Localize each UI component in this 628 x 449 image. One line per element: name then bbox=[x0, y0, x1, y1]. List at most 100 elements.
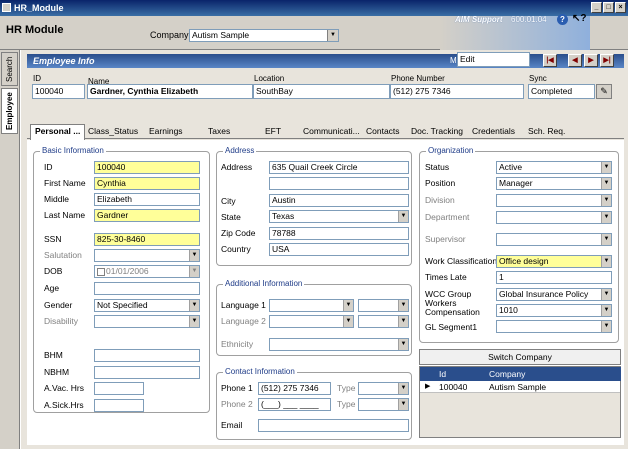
employee-name-field[interactable]: Gardner, Cynthia Elizabeth bbox=[87, 84, 253, 99]
asick-label: A.Sick.Hrs bbox=[44, 400, 84, 410]
minimize-button[interactable]: _ bbox=[591, 2, 602, 13]
chevron-down-icon: ▼ bbox=[398, 300, 408, 311]
tab-doc-tracking[interactable]: Doc. Tracking bbox=[411, 126, 463, 136]
wcc-group-select[interactable]: Global Insurance Policy ▼ bbox=[496, 288, 612, 301]
country-field[interactable]: USA bbox=[269, 243, 409, 256]
language1-label: Language 1 bbox=[221, 300, 266, 310]
age-field[interactable] bbox=[94, 282, 200, 295]
chevron-down-icon: ▼ bbox=[601, 305, 611, 316]
tab-class-status[interactable]: Class_Status bbox=[88, 126, 138, 136]
tab-contacts[interactable]: Contacts bbox=[366, 126, 400, 136]
company-grid: Id Company ▶ 100040 Autism Sample bbox=[419, 366, 621, 438]
disability-label: Disability bbox=[44, 316, 79, 326]
mode-field[interactable]: Edit bbox=[457, 52, 530, 67]
dob-checkbox[interactable] bbox=[97, 267, 105, 276]
bhm-label: BHM bbox=[44, 350, 63, 360]
company-select[interactable]: Autism Sample ▼ bbox=[189, 29, 339, 42]
chevron-down-icon: ▼ bbox=[601, 256, 611, 267]
table-row[interactable]: ▶ 100040 Autism Sample bbox=[420, 381, 620, 393]
address-line1-field[interactable]: 635 Quail Creek Circle bbox=[269, 161, 409, 174]
language2-select[interactable]: ▼ bbox=[269, 315, 354, 328]
dob-picker[interactable]: 01/01/2006 ▼ bbox=[94, 265, 200, 278]
asick-field[interactable] bbox=[94, 399, 144, 412]
city-label: City bbox=[221, 196, 236, 206]
phone1-type-select[interactable]: ▼ bbox=[358, 382, 409, 395]
ssn-field[interactable]: 825-30-8460 bbox=[94, 233, 200, 246]
first-record-button[interactable]: |◀ bbox=[543, 54, 557, 67]
basic-info-legend: Basic Information bbox=[40, 146, 106, 155]
language1-select[interactable]: ▼ bbox=[269, 299, 354, 312]
tab-eft[interactable]: EFT bbox=[265, 126, 281, 136]
maximize-button[interactable]: □ bbox=[603, 2, 614, 13]
middle-label: Middle bbox=[44, 194, 70, 204]
position-select[interactable]: Manager ▼ bbox=[496, 177, 612, 190]
chevron-down-icon: ▼ bbox=[601, 162, 611, 173]
language2-level-select[interactable]: ▼ bbox=[358, 315, 409, 328]
work-class-select[interactable]: Office design ▼ bbox=[496, 255, 612, 268]
bhm-field[interactable] bbox=[94, 349, 200, 362]
chevron-down-icon: ▼ bbox=[398, 339, 408, 350]
pointer-help-icon[interactable]: ↖? bbox=[572, 13, 587, 24]
tab-credentials[interactable]: Credentials bbox=[472, 126, 515, 136]
nbhm-field[interactable] bbox=[94, 366, 200, 379]
email-field[interactable] bbox=[258, 419, 409, 432]
department-select[interactable]: ▼ bbox=[496, 211, 612, 224]
city-field[interactable]: Austin bbox=[269, 194, 409, 207]
tab-personal[interactable]: Personal ... bbox=[30, 124, 86, 140]
first-name-field[interactable]: Cynthia bbox=[94, 177, 200, 190]
tab-search[interactable]: Search bbox=[1, 52, 18, 86]
gl-segment-select[interactable]: ▼ bbox=[496, 320, 612, 333]
language2-label: Language 2 bbox=[221, 316, 266, 326]
last-record-button[interactable]: ▶| bbox=[600, 54, 614, 67]
grid-header-company[interactable]: Company bbox=[486, 367, 621, 381]
tab-earnings[interactable]: Earnings bbox=[149, 126, 183, 136]
last-name-field[interactable]: Gardner bbox=[94, 209, 200, 222]
chevron-down-icon: ▼ bbox=[601, 234, 611, 245]
supervisor-label: Supervisor bbox=[425, 234, 466, 244]
next-record-button[interactable]: ▶ bbox=[584, 54, 598, 67]
middle-field[interactable]: Elizabeth bbox=[94, 193, 200, 206]
zip-field[interactable]: 78788 bbox=[269, 227, 409, 240]
gl-segment-label: GL Segment1 bbox=[425, 322, 478, 332]
switch-company-button[interactable]: Switch Company bbox=[419, 349, 621, 365]
division-select[interactable]: ▼ bbox=[496, 194, 612, 207]
first-name-label: First Name bbox=[44, 178, 86, 188]
dob-label: DOB bbox=[44, 266, 63, 276]
disability-select[interactable]: ▼ bbox=[94, 315, 200, 328]
prev-record-button[interactable]: ◀ bbox=[568, 54, 582, 67]
phone1-type-label: Type bbox=[337, 383, 356, 393]
aim-support-link[interactable]: AIM Support bbox=[455, 15, 503, 24]
tab-communication[interactable]: Communicati... bbox=[303, 126, 360, 136]
employee-id-field[interactable]: 100040 bbox=[32, 84, 85, 99]
phone1-field[interactable]: (512) 275 7346 bbox=[258, 382, 331, 395]
tab-taxes[interactable]: Taxes bbox=[208, 126, 230, 136]
address-line2-field[interactable] bbox=[269, 177, 409, 190]
tab-employee[interactable]: Employee bbox=[1, 88, 18, 134]
chevron-down-icon: ▼ bbox=[398, 399, 408, 410]
workers-comp-select[interactable]: 1010 ▼ bbox=[496, 304, 612, 317]
status-value: Active bbox=[499, 162, 523, 172]
avac-field[interactable] bbox=[94, 382, 144, 395]
sync-field[interactable]: Completed bbox=[528, 84, 595, 99]
gender-select[interactable]: Not Specified ▼ bbox=[94, 299, 200, 312]
language1-level-select[interactable]: ▼ bbox=[358, 299, 409, 312]
grid-header-id[interactable]: Id bbox=[436, 367, 486, 381]
salutation-select[interactable]: ▼ bbox=[94, 249, 200, 262]
phone2-field[interactable]: (___) ___ ____ bbox=[258, 398, 331, 411]
ethnicity-select[interactable]: ▼ bbox=[269, 338, 409, 351]
times-late-field[interactable]: 1 bbox=[496, 271, 612, 284]
phone-field[interactable]: (512) 275 7346 bbox=[390, 84, 524, 99]
phone2-type-select[interactable]: ▼ bbox=[358, 398, 409, 411]
phone2-type-label: Type bbox=[337, 399, 356, 409]
help-icon[interactable]: ? bbox=[557, 14, 568, 25]
supervisor-select[interactable]: ▼ bbox=[496, 233, 612, 246]
close-button[interactable]: × bbox=[615, 2, 626, 13]
location-field[interactable]: SouthBay bbox=[253, 84, 390, 99]
sync-icon[interactable]: ✎ bbox=[596, 84, 612, 99]
chevron-down-icon: ▼ bbox=[189, 300, 199, 311]
status-select[interactable]: Active ▼ bbox=[496, 161, 612, 174]
module-title: HR Module bbox=[6, 24, 64, 36]
state-select[interactable]: Texas ▼ bbox=[269, 210, 409, 223]
id-field[interactable]: 100040 bbox=[94, 161, 200, 174]
tab-sch-req[interactable]: Sch. Req. bbox=[528, 126, 565, 136]
